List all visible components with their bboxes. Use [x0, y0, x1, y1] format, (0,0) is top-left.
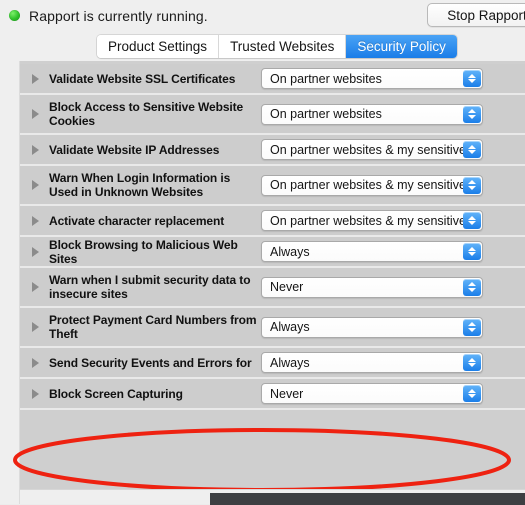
horizontal-scrollbar-thumb[interactable]: [210, 493, 525, 505]
setting-row: Block Access to Sensitive Website Cookie…: [20, 95, 525, 135]
chevron-up-icon: [468, 109, 476, 114]
setting-label: Block Access to Sensitive Website Cookie…: [49, 100, 244, 128]
setting-dropdown[interactable]: On partner websites: [261, 103, 483, 125]
setting-dropdown[interactable]: On partner websites & my sensitive w...: [261, 210, 483, 231]
status-message: Rapport is currently running.: [29, 7, 208, 24]
setting-dropdown[interactable]: Never: [261, 383, 483, 404]
chevron-up-icon: [468, 388, 476, 393]
setting-row: Warn When Login Information is Used in U…: [20, 166, 525, 206]
setting-dropdown[interactable]: Always: [261, 316, 483, 338]
dropdown-selected-value: On partner websites & my sensitive w...: [270, 213, 482, 228]
tab-bar: Product Settings Trusted Websites Security…: [0, 31, 525, 61]
chevron-down-icon: [468, 79, 476, 84]
chevron-down-icon: [468, 363, 476, 368]
horizontal-scrollbar-track[interactable]: [20, 489, 525, 505]
chevron-down-icon: [468, 150, 476, 155]
chevron-updown-icon[interactable]: [463, 105, 481, 123]
status-bar: Rapport is currently running. Stop Rappo…: [0, 0, 525, 31]
chevron-up-icon: [468, 180, 476, 185]
chevron-updown-icon[interactable]: [463, 318, 481, 336]
dropdown-selected-value: On partner websites: [270, 71, 382, 86]
setting-row: Block Screen Capturing Never: [20, 379, 525, 410]
disclosure-triangle-icon[interactable]: [32, 215, 39, 226]
setting-dropdown[interactable]: On partner websites & my sensitive w...: [261, 174, 483, 196]
setting-dropdown[interactable]: On partner websites & my sensitive w...: [261, 139, 483, 160]
setting-label: Warn when I submit security data to inse…: [49, 273, 251, 301]
chevron-updown-icon[interactable]: [463, 70, 481, 87]
disclosure-triangle-icon[interactable]: [32, 322, 39, 332]
dropdown-selected-value: On partner websites & my sensitive w...: [270, 178, 482, 192]
disclosure-triangle-icon[interactable]: [32, 73, 39, 84]
chevron-up-icon: [468, 282, 476, 287]
setting-row: Validate Website SSL Certificates On part…: [20, 64, 525, 95]
setting-label: Validate Website IP Addresses: [49, 142, 220, 157]
setting-label: Activate character replacement: [49, 213, 225, 228]
stop-rapport-button[interactable]: Stop Rapport: [427, 3, 525, 27]
dropdown-selected-value: Always: [270, 320, 310, 334]
chevron-updown-icon[interactable]: [463, 278, 481, 296]
tab-group: Product Settings Trusted Websites Security…: [97, 35, 457, 58]
setting-row: Warn when I submit security data to inse…: [20, 268, 525, 308]
disclosure-triangle-icon[interactable]: [32, 180, 39, 190]
dropdown-selected-value: Always: [270, 244, 310, 259]
chevron-down-icon: [468, 252, 476, 257]
chevron-down-icon: [468, 287, 476, 292]
chevron-updown-icon[interactable]: [463, 385, 481, 402]
rapport-security-policy-window: Rapport is currently running. Stop Rappo…: [0, 0, 525, 505]
chevron-up-icon: [468, 215, 476, 220]
green-status-dot: [9, 10, 20, 21]
disclosure-triangle-icon[interactable]: [32, 109, 39, 119]
chevron-up-icon: [468, 357, 476, 362]
setting-row: Block Browsing to Malicious Web Sites Alw…: [20, 237, 525, 268]
disclosure-triangle-icon[interactable]: [32, 388, 39, 399]
setting-row: Activate character replacement On partner…: [20, 206, 525, 237]
dropdown-selected-value: Always: [270, 355, 310, 370]
setting-dropdown[interactable]: Never: [261, 276, 483, 298]
setting-dropdown[interactable]: On partner websites: [261, 68, 483, 89]
tab-security-policy[interactable]: Security Policy: [346, 35, 457, 58]
chevron-down-icon: [468, 394, 476, 399]
chevron-updown-icon[interactable]: [463, 141, 481, 158]
setting-label: Block Screen Capturing: [49, 386, 183, 401]
setting-label: Warn When Login Information is Used in U…: [49, 171, 231, 199]
disclosure-triangle-icon[interactable]: [32, 144, 39, 155]
chevron-down-icon: [468, 327, 476, 332]
chevron-updown-icon[interactable]: [463, 243, 481, 260]
setting-row: Validate Website IP Addresses On partner …: [20, 135, 525, 166]
dropdown-selected-value: Never: [270, 280, 304, 294]
dropdown-selected-value: On partner websites & my sensitive w...: [270, 142, 482, 157]
chevron-down-icon: [468, 185, 476, 190]
tab-product-settings[interactable]: Product Settings: [97, 35, 220, 58]
disclosure-triangle-icon[interactable]: [32, 357, 39, 368]
chevron-up-icon: [468, 144, 476, 149]
dropdown-selected-value: Never: [270, 386, 304, 401]
setting-label: Validate Website SSL Certificates: [49, 71, 236, 86]
setting-row: Send Security Events and Errors for Alway…: [20, 348, 525, 379]
footer-gutter: [0, 489, 20, 504]
chevron-updown-icon[interactable]: [463, 354, 481, 371]
setting-dropdown[interactable]: Always: [261, 241, 483, 262]
setting-label: Protect Payment Card Numbers from Theft: [49, 313, 257, 341]
chevron-down-icon: [468, 221, 476, 226]
chevron-updown-icon[interactable]: [463, 176, 481, 194]
chevron-down-icon: [468, 114, 476, 119]
window-footer: [0, 489, 525, 505]
chevron-up-icon: [468, 246, 476, 251]
setting-dropdown[interactable]: Always: [261, 352, 483, 373]
tab-trusted-websites[interactable]: Trusted Websites: [219, 35, 347, 58]
setting-label: Block Browsing to Malicious Web Sites: [49, 237, 238, 266]
dropdown-selected-value: On partner websites: [270, 107, 382, 121]
setting-row: Protect Payment Card Numbers from Theft A…: [20, 308, 525, 348]
security-policy-panel: Validate Website SSL Certificates On part…: [20, 61, 525, 489]
chevron-up-icon: [468, 322, 476, 327]
left-gutter: [0, 61, 20, 489]
setting-label: Send Security Events and Errors for: [49, 355, 252, 370]
settings-list: Validate Website SSL Certificates On part…: [20, 64, 525, 410]
chevron-updown-icon[interactable]: [463, 212, 481, 229]
chevron-up-icon: [468, 73, 476, 78]
disclosure-triangle-icon[interactable]: [32, 282, 39, 292]
disclosure-triangle-icon[interactable]: [32, 246, 39, 257]
